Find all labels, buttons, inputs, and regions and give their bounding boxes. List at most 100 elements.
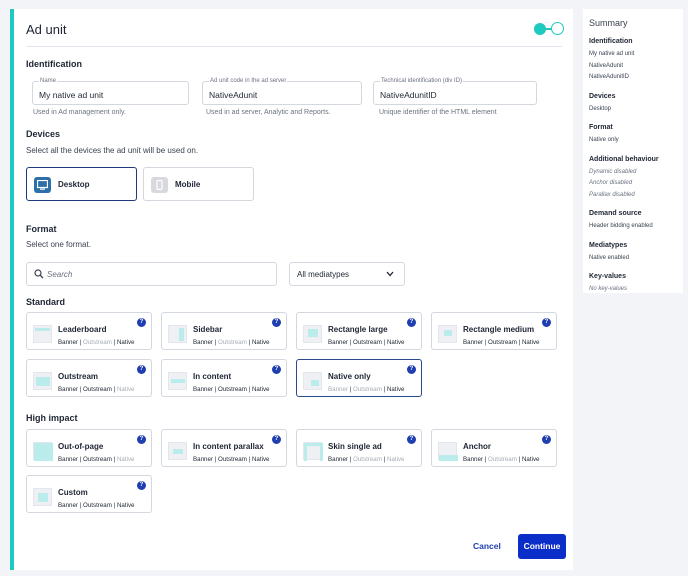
help-icon[interactable]: ?: [137, 318, 146, 327]
format-thumbnail-icon: [33, 325, 52, 343]
mediatype-tag: Native: [521, 456, 540, 463]
format-card-name: Sidebar: [193, 325, 223, 334]
format-card-name: Out-of-page: [58, 442, 104, 451]
mediatype-tag: Outstream: [83, 339, 112, 346]
format-card-mediatypes: Banner | Outstream | Native: [328, 386, 404, 393]
format-thumbnail-icon: [33, 442, 53, 461]
mediatype-tag: Native: [521, 339, 540, 346]
mediatype-tag: Banner: [328, 339, 348, 346]
summary-section-value: Parallax disabled: [589, 191, 635, 198]
device-desktop[interactable]: Desktop: [26, 167, 137, 201]
name-field[interactable]: Name My native ad unit: [32, 78, 189, 105]
ad-unit-code-field[interactable]: Ad unit code in the ad server NativeAdun…: [202, 78, 362, 105]
summary-section-value: Native enabled: [589, 254, 630, 261]
mediatype-tag: Outstream: [353, 386, 382, 393]
format-card-name: Leaderboard: [58, 325, 107, 334]
help-icon[interactable]: ?: [542, 435, 551, 444]
summary-section-value: NativeAdunit: [589, 62, 624, 69]
thumbnail-shape: [439, 455, 458, 461]
step-toggle[interactable]: [534, 22, 564, 36]
format-card-in-content-parallax[interactable]: In content parallax Banner | Outstream | …: [161, 429, 287, 467]
summary-section-value: Desktop: [589, 105, 612, 112]
help-icon[interactable]: ?: [407, 435, 416, 444]
format-card-mediatypes: Banner | Outstream | Native: [463, 456, 539, 463]
format-card-custom[interactable]: Custom Banner | Outstream | Native?: [26, 475, 152, 513]
format-card-mediatypes: Banner | Outstream | Native: [58, 502, 134, 509]
help-icon[interactable]: ?: [137, 365, 146, 374]
format-card-mediatypes: Banner | Outstream | Native: [193, 386, 269, 393]
summary-title: Summary: [589, 18, 628, 28]
format-card-sidebar[interactable]: Sidebar Banner | Outstream | Native?: [161, 312, 287, 350]
thumbnail-shape: [38, 493, 48, 502]
mediatype-tag: Banner: [193, 386, 213, 393]
mediatype-select-value: All mediatypes: [297, 270, 350, 279]
mobile-icon: [151, 177, 168, 193]
format-card-outstream[interactable]: Outstream Banner | Outstream | Native?: [26, 359, 152, 397]
format-card-in-content[interactable]: In content Banner | Outstream | Native?: [161, 359, 287, 397]
format-card-out-of-page[interactable]: Out-of-page Banner | Outstream | Native?: [26, 429, 152, 467]
thumbnail-shape: [35, 328, 50, 331]
mediatype-tag: Outstream: [488, 339, 517, 346]
standard-heading: Standard: [26, 297, 66, 307]
summary-section-value: Dynamic disabled: [589, 168, 637, 175]
mediatype-tag: Outstream: [218, 386, 247, 393]
device-mobile[interactable]: Mobile: [143, 167, 254, 201]
technical-id-field[interactable]: Technical identification (div ID) Native…: [373, 78, 537, 105]
format-card-name: Rectangle medium: [463, 325, 535, 334]
ad-unit-code-value: NativeAdunit: [209, 90, 258, 100]
summary-section-heading: Format: [589, 124, 613, 131]
header-divider: [26, 46, 562, 47]
format-card-skin-single-ad[interactable]: Skin single ad Banner | Outstream | Nativ…: [296, 429, 422, 467]
format-card-rectangle-medium[interactable]: Rectangle medium Banner | Outstream | Nat…: [431, 312, 557, 350]
mediatype-tag: Native: [116, 386, 135, 393]
mediatype-tag: Banner: [58, 339, 78, 346]
format-card-name: Skin single ad: [328, 442, 382, 451]
format-subtitle: Select one format.: [26, 240, 91, 249]
name-field-value: My native ad unit: [39, 90, 104, 100]
help-icon[interactable]: ?: [272, 318, 281, 327]
thumbnail-shape: [444, 330, 452, 336]
mediatype-tag: Native: [116, 456, 135, 463]
format-card-name: Rectangle large: [328, 325, 388, 334]
mediatype-tag: Outstream: [83, 386, 112, 393]
toggle-dot-inactive: [551, 22, 564, 35]
format-search-input[interactable]: Search: [26, 262, 277, 286]
mediatype-tag: Banner: [58, 456, 78, 463]
mediatype-select[interactable]: All mediatypes: [289, 262, 405, 286]
mediatype-tag: Banner: [328, 456, 348, 463]
device-mobile-label: Mobile: [175, 180, 201, 189]
help-icon[interactable]: ?: [542, 318, 551, 327]
help-icon[interactable]: ?: [137, 481, 146, 490]
thumbnail-shape: [36, 377, 50, 386]
ad-unit-panel: Ad unit Identification Name My native ad…: [10, 9, 573, 570]
format-card-rectangle-large[interactable]: Rectangle large Banner | Outstream | Nati…: [296, 312, 422, 350]
format-card-mediatypes: Banner | Outstream | Native: [58, 456, 134, 463]
technical-id-label: Technical identification (div ID): [380, 78, 464, 85]
format-card-native-only[interactable]: Native only Banner | Outstream | Native?: [296, 359, 422, 397]
help-icon[interactable]: ?: [137, 435, 146, 444]
cancel-button[interactable]: Cancel: [473, 541, 501, 551]
mediatype-tag: Native: [116, 339, 135, 346]
mediatype-tag: Native: [251, 456, 270, 463]
help-icon[interactable]: ?: [407, 318, 416, 327]
name-field-hint: Used in Ad management only.: [33, 109, 126, 116]
help-icon[interactable]: ?: [407, 365, 416, 374]
format-card-name: In content: [193, 372, 232, 381]
help-icon[interactable]: ?: [272, 435, 281, 444]
chevron-down-icon: [386, 271, 394, 277]
thumbnail-shape: [171, 379, 185, 383]
help-icon[interactable]: ?: [272, 365, 281, 374]
format-card-leaderboard[interactable]: Leaderboard Banner | Outstream | Native?: [26, 312, 152, 350]
format-card-anchor[interactable]: Anchor Banner | Outstream | Native?: [431, 429, 557, 467]
format-card-name: In content parallax: [193, 442, 264, 451]
thumbnail-shape: [179, 328, 184, 341]
continue-button[interactable]: Continue: [518, 534, 566, 559]
summary-section-value: No key-values: [589, 286, 628, 292]
mediatype-tag: Native: [251, 339, 270, 346]
search-placeholder: Search: [47, 270, 73, 279]
technical-id-hint: Unique identifier of the HTML element: [379, 109, 497, 116]
mediatype-tag: Native: [386, 456, 405, 463]
search-icon: [34, 269, 44, 279]
format-thumbnail-icon: [438, 442, 458, 461]
mediatype-tag: Outstream: [488, 456, 517, 463]
